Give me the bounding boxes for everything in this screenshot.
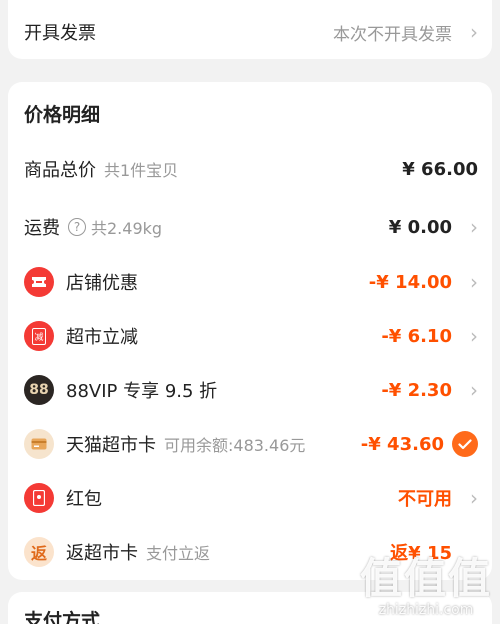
goods-count: 共1件宝贝 — [104, 161, 179, 180]
vip-discount-row[interactable]: 88 88VIP 专享 9.5 折 -¥ 2.30 › — [8, 370, 492, 410]
shop-discount-value: -¥ 14.00 — [368, 271, 452, 293]
shipping-label: 运费 — [24, 218, 60, 239]
chevron-right-icon: › — [470, 20, 478, 44]
supermarket-discount-row[interactable]: 减 超市立减 -¥ 6.10 › — [8, 316, 492, 356]
chevron-right-icon: › — [470, 270, 478, 294]
tmall-card-label: 天猫超市卡 — [66, 435, 156, 456]
red-packet-row[interactable]: 红包 不可用 › — [8, 478, 492, 518]
supermarket-discount-value: -¥ 6.10 — [381, 325, 452, 347]
chevron-right-icon: › — [470, 486, 478, 510]
payment-card: 支付方式 — [8, 592, 492, 624]
tmall-card-row[interactable]: 天猫超市卡 可用余额:483.46元 -¥ 43.60 — [8, 424, 492, 464]
goods-total-value: ¥ 66.00 — [402, 158, 478, 180]
shop-discount-label: 店铺优惠 — [66, 273, 138, 294]
chevron-right-icon: › — [470, 378, 478, 402]
invoice-label: 开具发票 — [24, 23, 96, 44]
vip-discount-value: -¥ 2.30 — [381, 379, 452, 401]
invoice-card: 开具发票 本次不开具发票 › — [8, 0, 492, 59]
red-packet-value: 不可用 — [398, 489, 452, 510]
red-packet-icon — [24, 483, 54, 513]
shipping-value: ¥ 0.00 — [388, 216, 452, 238]
price-detail-title: 价格明细 — [24, 104, 101, 126]
shop-discount-row[interactable]: 店铺优惠 -¥ 14.00 › — [8, 262, 492, 302]
cashback-sub: 支付立返 — [146, 544, 211, 563]
price-detail-card: 价格明细 商品总价 共1件宝贝 ¥ 66.00 运费 ? 共2.49kg ¥ 0… — [8, 82, 492, 580]
chevron-right-icon: › — [470, 215, 478, 239]
cashback-label: 返超市卡 — [66, 543, 138, 564]
cashback-value: 返¥ 15 — [390, 543, 452, 564]
supermarket-discount-icon: 减 — [24, 321, 54, 351]
tmall-card-balance: 可用余额:483.46元 — [164, 436, 306, 455]
payment-title: 支付方式 — [24, 610, 101, 624]
checkmark-icon[interactable] — [452, 431, 478, 457]
vip-discount-label: 88VIP 专享 9.5 折 — [66, 381, 218, 402]
chevron-right-icon: › — [470, 324, 478, 348]
goods-total-label: 商品总价 — [24, 160, 96, 181]
invoice-row[interactable]: 开具发票 本次不开具发票 › — [8, 12, 492, 52]
red-packet-label: 红包 — [66, 489, 102, 510]
goods-total-row: 商品总价 共1件宝贝 ¥ 66.00 — [8, 149, 492, 189]
supermarket-discount-label: 超市立减 — [66, 327, 138, 348]
cashback-row[interactable]: 返 返超市卡 支付立返 返¥ 15 — [8, 532, 492, 572]
shop-coupon-icon — [24, 267, 54, 297]
invoice-value: 本次不开具发票 — [333, 24, 452, 45]
cashback-icon: 返 — [24, 537, 54, 567]
shipping-row[interactable]: 运费 ? 共2.49kg ¥ 0.00 › — [8, 207, 492, 247]
88vip-icon: 88 — [24, 375, 54, 405]
help-icon[interactable]: ? — [68, 218, 86, 236]
tmall-card-icon — [24, 429, 54, 459]
tmall-card-value: -¥ 43.60 — [360, 433, 444, 455]
shipping-weight: 共2.49kg — [91, 219, 163, 238]
